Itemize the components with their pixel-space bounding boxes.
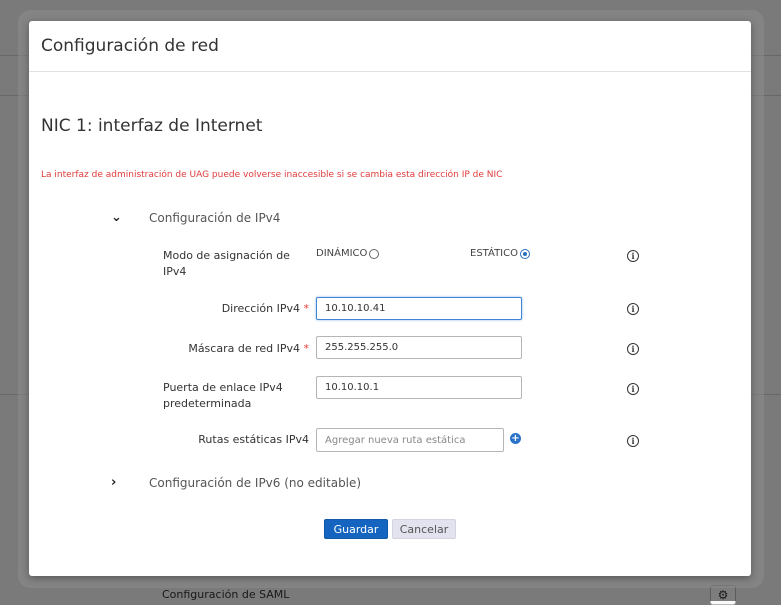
section-title: NIC 1: interfaz de Internet	[41, 116, 263, 136]
chevron-down-icon: ⌄	[111, 210, 122, 225]
radio-static-label: ESTÁTICO	[470, 248, 518, 259]
ipv4-address-label: Dirección IPv4 *	[149, 301, 309, 317]
info-icon[interactable]: i	[627, 343, 639, 355]
ipv4-group-label: Configuración de IPv4	[149, 210, 281, 225]
ipv4-mask-label: Máscara de red IPv4 *	[149, 341, 309, 357]
dialog-header: Configuración de red	[29, 21, 751, 72]
radio-dynamic[interactable]: DINÁMICO	[316, 248, 380, 259]
add-route-icon[interactable]: +	[510, 433, 521, 444]
warning-message: La interfaz de administración de UAG pue…	[41, 170, 503, 180]
required-mark: *	[303, 342, 310, 355]
ipv4-mask-input[interactable]	[316, 336, 522, 359]
ipv4-mode-label: Modo de asignación de IPv4	[163, 249, 290, 278]
info-icon[interactable]: i	[627, 303, 639, 315]
ipv4-group-toggle[interactable]: ⌄ Configuración de IPv4	[111, 210, 280, 225]
chevron-right-icon: ›	[111, 475, 117, 490]
dialog-title: Configuración de red	[41, 36, 219, 56]
radio-static-control[interactable]	[519, 248, 530, 259]
save-button[interactable]: Guardar	[324, 519, 388, 539]
ipv4-mask-label-text: Máscara de red IPv4	[188, 342, 300, 355]
cancel-button[interactable]: Cancelar	[392, 519, 456, 539]
ipv4-address-input[interactable]	[316, 297, 522, 320]
ipv4-routes-input[interactable]	[316, 428, 504, 452]
ipv4-routes-label: Rutas estáticas IPv4	[198, 433, 309, 446]
info-icon[interactable]: i	[627, 383, 639, 395]
ipv4-address-label-text: Dirección IPv4	[221, 302, 300, 315]
radio-static[interactable]: ESTÁTICO	[470, 248, 530, 259]
info-icon[interactable]: i	[627, 435, 639, 447]
required-mark: *	[303, 302, 310, 315]
ipv4-gateway-input[interactable]	[316, 376, 522, 399]
ipv6-group-label: Configuración de IPv6 (no editable)	[149, 475, 362, 490]
info-icon[interactable]: i	[627, 250, 639, 262]
ipv4-gateway-label: Puerta de enlace IPv4 predeterminada	[163, 381, 283, 410]
radio-dynamic-control[interactable]	[369, 248, 380, 259]
ipv6-group-toggle[interactable]: › Configuración de IPv6 (no editable)	[111, 475, 361, 490]
network-config-dialog: Configuración de red NIC 1: interfaz de …	[29, 21, 751, 576]
radio-dynamic-label: DINÁMICO	[316, 248, 368, 259]
